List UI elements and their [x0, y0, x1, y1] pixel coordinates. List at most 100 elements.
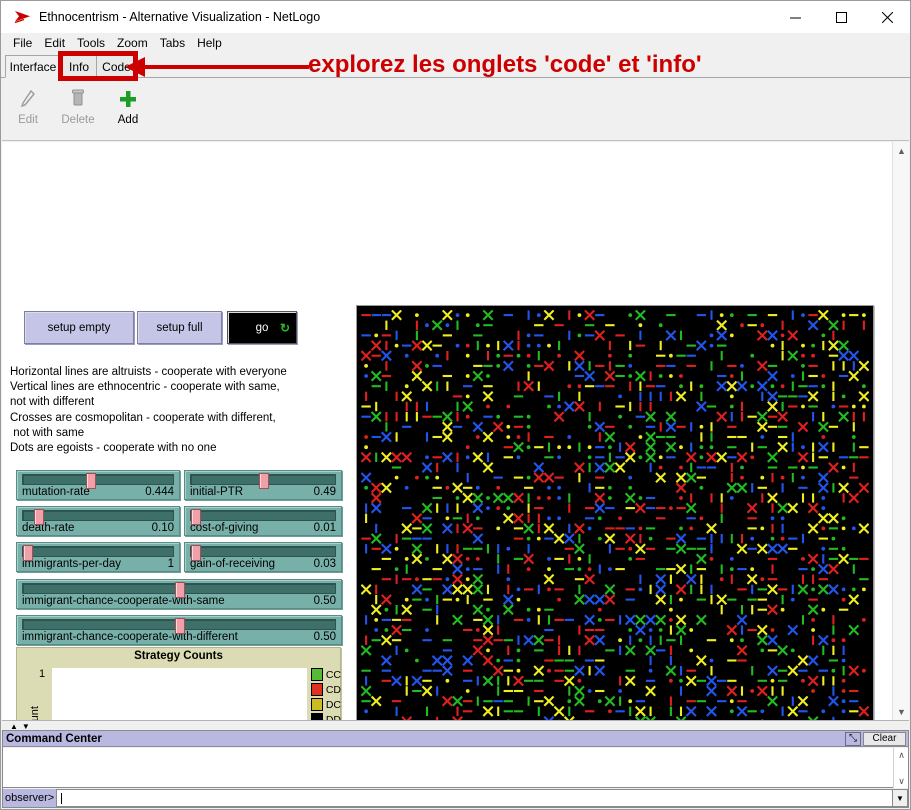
- slider-track[interactable]: [190, 473, 336, 489]
- legend-label-cd: CD: [325, 683, 341, 696]
- menu-help[interactable]: Help: [191, 34, 228, 52]
- plot-legend: CC CD DC DD: [311, 668, 341, 720]
- legend-swatch-cd: [311, 683, 323, 696]
- slider-initial-ptr[interactable]: initial-PTR 0.49: [184, 470, 342, 500]
- slider-value: 0.01: [313, 522, 336, 534]
- slider-value: 0.49: [313, 486, 336, 498]
- slider-label: death-rate: [22, 522, 75, 534]
- command-history-button[interactable]: ▼: [892, 789, 908, 807]
- slider-label: immigrant-chance-cooperate-with-same: [22, 595, 225, 607]
- command-center-scrollbar[interactable]: ∧ ∨: [893, 748, 908, 788]
- minimize-button[interactable]: [772, 1, 818, 33]
- world-view[interactable]: [356, 305, 874, 720]
- plus-icon: [118, 85, 138, 113]
- interface-panel: setup empty setup full go ↻ Horizontal l…: [2, 142, 909, 720]
- add-button[interactable]: Add: [104, 85, 152, 135]
- command-center-header: Command Center ⤡ Clear: [3, 731, 908, 747]
- slider-mutation-rate[interactable]: mutation-rate 0.444: [16, 470, 180, 500]
- slider-value: 0.03: [313, 558, 336, 570]
- legend-label-dc: DC: [325, 698, 341, 711]
- legend-swatch-cc: [311, 668, 323, 681]
- slider-thumb[interactable]: [23, 545, 33, 561]
- close-button[interactable]: [864, 1, 910, 33]
- command-center-prompt-row: observer> ▼: [3, 789, 908, 807]
- menu-edit[interactable]: Edit: [38, 34, 71, 52]
- slider-value: 0.444: [145, 486, 174, 498]
- command-center: Command Center ⤡ Clear ∧ ∨ observer> ▼: [2, 730, 909, 808]
- legend-item: CD: [311, 683, 341, 696]
- observer-prompt-label: observer>: [3, 789, 57, 807]
- window-controls: [772, 1, 910, 33]
- slider-value: 1: [167, 558, 174, 570]
- plot-ylabel: count: [29, 706, 41, 720]
- window-title: Ethnocentrism - Alternative Visualizatio…: [39, 9, 321, 24]
- title-bar: Ethnocentrism - Alternative Visualizatio…: [1, 1, 910, 33]
- menu-file[interactable]: File: [7, 34, 38, 52]
- delete-button[interactable]: Delete: [54, 85, 102, 135]
- slider-cost-of-giving[interactable]: cost-of-giving 0.01: [184, 506, 342, 536]
- slider-label: immigrant-chance-cooperate-with-differen…: [22, 631, 238, 643]
- edit-button[interactable]: Edit: [4, 85, 52, 135]
- slider-thumb[interactable]: [259, 473, 269, 489]
- strategy-counts-plot[interactable]: Strategy Counts 1 0 count 0 time 6700 CC…: [16, 647, 341, 720]
- slider-thumb[interactable]: [34, 509, 44, 525]
- menu-bar: File Edit Tools Zoom Tabs Help: [1, 33, 910, 53]
- maximize-button[interactable]: [818, 1, 864, 33]
- menu-tabs[interactable]: Tabs: [154, 34, 191, 52]
- tab-interface[interactable]: Interface: [5, 55, 61, 78]
- scroll-down-icon[interactable]: ▼: [893, 703, 909, 720]
- slider-label: gain-of-receiving: [190, 558, 276, 570]
- legend-item: CC: [311, 668, 341, 681]
- go-button[interactable]: go ↻: [227, 311, 297, 344]
- delete-label: Delete: [61, 114, 95, 126]
- legend-label-cc: CC: [325, 668, 341, 681]
- slider-thumb[interactable]: [175, 582, 185, 598]
- plot-title: Strategy Counts: [134, 650, 223, 662]
- slider-immigrant-chance-different[interactable]: immigrant-chance-cooperate-with-differen…: [16, 615, 342, 645]
- slider-gain-of-receiving[interactable]: gain-of-receiving 0.03: [184, 542, 342, 572]
- slider-immigrant-chance-same[interactable]: immigrant-chance-cooperate-with-same 0.5…: [16, 579, 342, 609]
- legend-swatch-dd: [311, 713, 323, 720]
- text-caret: [61, 793, 63, 804]
- slider-thumb[interactable]: [191, 509, 201, 525]
- slider-thumb[interactable]: [86, 473, 96, 489]
- command-center-title: Command Center: [6, 732, 102, 745]
- pencil-icon: [18, 85, 38, 113]
- forever-loop-icon: ↻: [279, 320, 290, 335]
- slider-value: 0.50: [313, 595, 336, 607]
- trash-icon: [70, 85, 86, 113]
- annotation-text: explorez les onglets 'code' et 'info': [308, 51, 702, 78]
- slider-label: initial-PTR: [190, 486, 244, 498]
- slider-track[interactable]: [22, 473, 174, 489]
- slider-track[interactable]: [22, 618, 336, 634]
- setup-empty-button[interactable]: setup empty: [24, 311, 134, 344]
- world-canvas[interactable]: [361, 310, 869, 720]
- slider-track[interactable]: [190, 509, 336, 525]
- legend-note-text: Horizontal lines are altruists - coopera…: [10, 366, 287, 455]
- slider-track[interactable]: [22, 509, 174, 525]
- menu-zoom[interactable]: Zoom: [111, 34, 154, 52]
- menu-tools[interactable]: Tools: [71, 34, 111, 52]
- setup-full-button[interactable]: setup full: [137, 311, 222, 344]
- slider-thumb[interactable]: [175, 618, 185, 634]
- slider-value: 0.50: [313, 631, 336, 643]
- slider-track[interactable]: [22, 545, 174, 561]
- scroll-down-icon[interactable]: ∨: [894, 774, 909, 788]
- scroll-up-icon[interactable]: ▲: [893, 142, 909, 159]
- command-input[interactable]: [56, 789, 892, 807]
- slider-thumb[interactable]: [191, 545, 201, 561]
- netlogo-window: Ethnocentrism - Alternative Visualizatio…: [0, 0, 911, 810]
- command-center-resize-icon[interactable]: ⤡: [845, 731, 861, 746]
- clear-button[interactable]: Clear: [863, 731, 906, 746]
- scroll-up-icon[interactable]: ∧: [894, 748, 909, 762]
- legend-swatch-dc: [311, 698, 323, 711]
- command-center-output: ∧ ∨: [3, 748, 908, 788]
- slider-immigrants-per-day[interactable]: immigrants-per-day 1: [16, 542, 180, 572]
- interface-scrollbar-vertical[interactable]: ▲ ▼: [892, 142, 909, 720]
- slider-death-rate[interactable]: death-rate 0.10: [16, 506, 180, 536]
- slider-track[interactable]: [22, 582, 336, 598]
- plot-ytick-max: 1: [39, 668, 46, 680]
- slider-track[interactable]: [190, 545, 336, 561]
- slider-label: mutation-rate: [22, 486, 90, 498]
- tab-info[interactable]: Info: [61, 55, 97, 78]
